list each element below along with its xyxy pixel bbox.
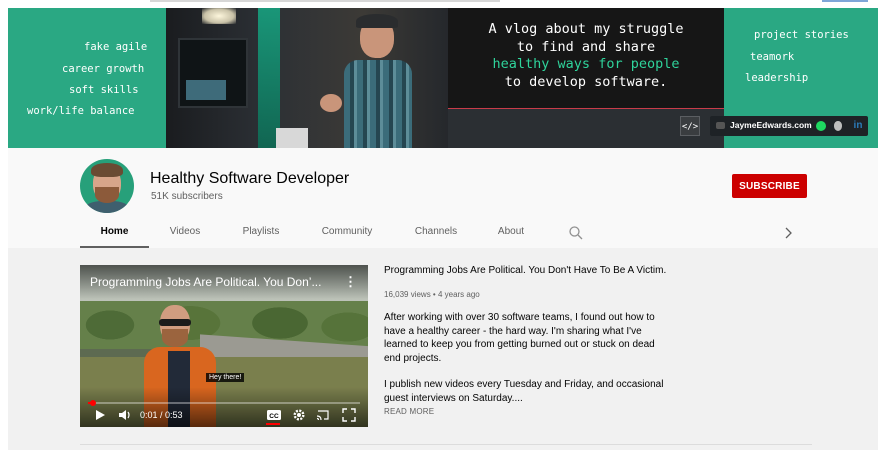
apple-podcasts-icon[interactable] — [834, 121, 842, 131]
description-gap — [384, 365, 674, 378]
social-links-bar: JaymeEdwards.com in — [710, 116, 868, 136]
chevron-right-icon[interactable] — [780, 225, 796, 241]
gear-icon[interactable] — [292, 408, 306, 422]
banner-tag: project stories — [754, 29, 849, 41]
svg-text:CC: CC — [269, 413, 279, 420]
headline-highlight: healthy ways for people — [492, 56, 680, 72]
tab-playlists[interactable]: Playlists — [227, 220, 295, 248]
banner-person — [320, 12, 420, 148]
tab-about[interactable]: About — [484, 220, 538, 248]
progress-bar[interactable] — [88, 400, 360, 406]
person-hand — [320, 94, 342, 112]
tab-home[interactable]: Home — [80, 220, 149, 248]
banner-tag: career growth — [62, 63, 145, 75]
headline-line: to develop software. — [504, 73, 668, 90]
lamp-shape — [202, 8, 236, 24]
subscribe-button[interactable]: SUBSCRIBE — [732, 174, 807, 198]
banner-tag: leadership — [745, 72, 809, 84]
keyboard-shape — [276, 128, 308, 148]
linkedin-icon[interactable]: in — [852, 120, 864, 132]
channel-banner: fake agile career growth soft skills wor… — [8, 8, 878, 148]
volume-icon[interactable] — [118, 408, 132, 422]
top-strip-button — [822, 0, 868, 2]
video-meta: 16,039 views • 4 years ago — [384, 290, 480, 299]
banner-left-tags: fake agile career growth soft skills wor… — [8, 8, 166, 148]
avatar[interactable] — [80, 159, 134, 213]
top-strip-bar — [150, 0, 500, 2]
tab-community[interactable]: Community — [313, 220, 381, 248]
channel-header: Healthy Software Developer 51K subscribe… — [8, 148, 878, 248]
subscriber-count: 51K subscribers — [151, 191, 223, 202]
banner-social-links: </> JaymeEdwards.com in — [680, 116, 868, 140]
banner-photo — [166, 8, 448, 148]
youtube-icon[interactable] — [716, 122, 725, 129]
person-shirt — [344, 60, 412, 148]
video-description: After working with over 30 software team… — [384, 311, 674, 405]
video-overlay-badge: Hey there! — [206, 373, 245, 382]
video-title[interactable]: Programming Jobs Are Political. You Don'… — [384, 264, 674, 278]
search-icon[interactable] — [568, 225, 584, 241]
channel-name: Healthy Software Developer — [150, 170, 350, 187]
banner-headline: A vlog about my struggle to find and sha… — [448, 21, 724, 91]
banner-tag: teamork — [750, 51, 795, 63]
tab-channels[interactable]: Channels — [402, 220, 470, 248]
headline-line: to find and share — [516, 38, 656, 55]
person-sunglasses — [159, 319, 191, 326]
headline-line: A vlog about my struggle — [488, 21, 684, 37]
monitor-shape — [178, 38, 248, 108]
tab-videos[interactable]: Videos — [157, 220, 213, 248]
banner-tag: fake agile — [84, 41, 148, 53]
section-divider — [80, 444, 812, 445]
spotify-icon[interactable] — [816, 121, 826, 131]
green-light-shape — [258, 8, 280, 148]
website-link[interactable]: JaymeEdwards.com — [730, 120, 812, 130]
banner-tag: soft skills — [69, 84, 139, 96]
avatar-hair — [91, 163, 123, 177]
description-paragraph: I publish new videos every Tuesday and F… — [384, 379, 664, 404]
play-icon[interactable] — [94, 408, 106, 422]
captions-active-indicator — [266, 423, 280, 425]
captions-icon[interactable]: CC — [266, 408, 282, 422]
read-more-link[interactable]: READ MORE — [384, 406, 674, 418]
person-beard — [162, 329, 188, 347]
avatar-beard — [95, 187, 119, 203]
top-strip — [0, 0, 880, 8]
channel-tabs: Home Videos Playlists Community Channels… — [80, 220, 812, 248]
person-hat — [356, 14, 398, 28]
more-options-icon[interactable]: ⋮ — [344, 274, 357, 290]
home-content: Hey there! Programming Jobs Are Politica… — [8, 248, 878, 450]
description-paragraph: After working with over 30 software team… — [384, 312, 655, 364]
time-display: 0:01 / 0:53 — [140, 410, 183, 420]
fullscreen-icon[interactable] — [342, 408, 356, 422]
code-icon: </> — [680, 116, 700, 136]
banner-tag: work/life balance — [27, 105, 135, 117]
cast-icon[interactable] — [316, 408, 330, 422]
video-player[interactable]: Hey there! Programming Jobs Are Politica… — [80, 265, 368, 427]
player-title[interactable]: Programming Jobs Are Political. You Don’… — [90, 275, 340, 289]
featured-video-info: Programming Jobs Are Political. You Don'… — [384, 264, 674, 418]
